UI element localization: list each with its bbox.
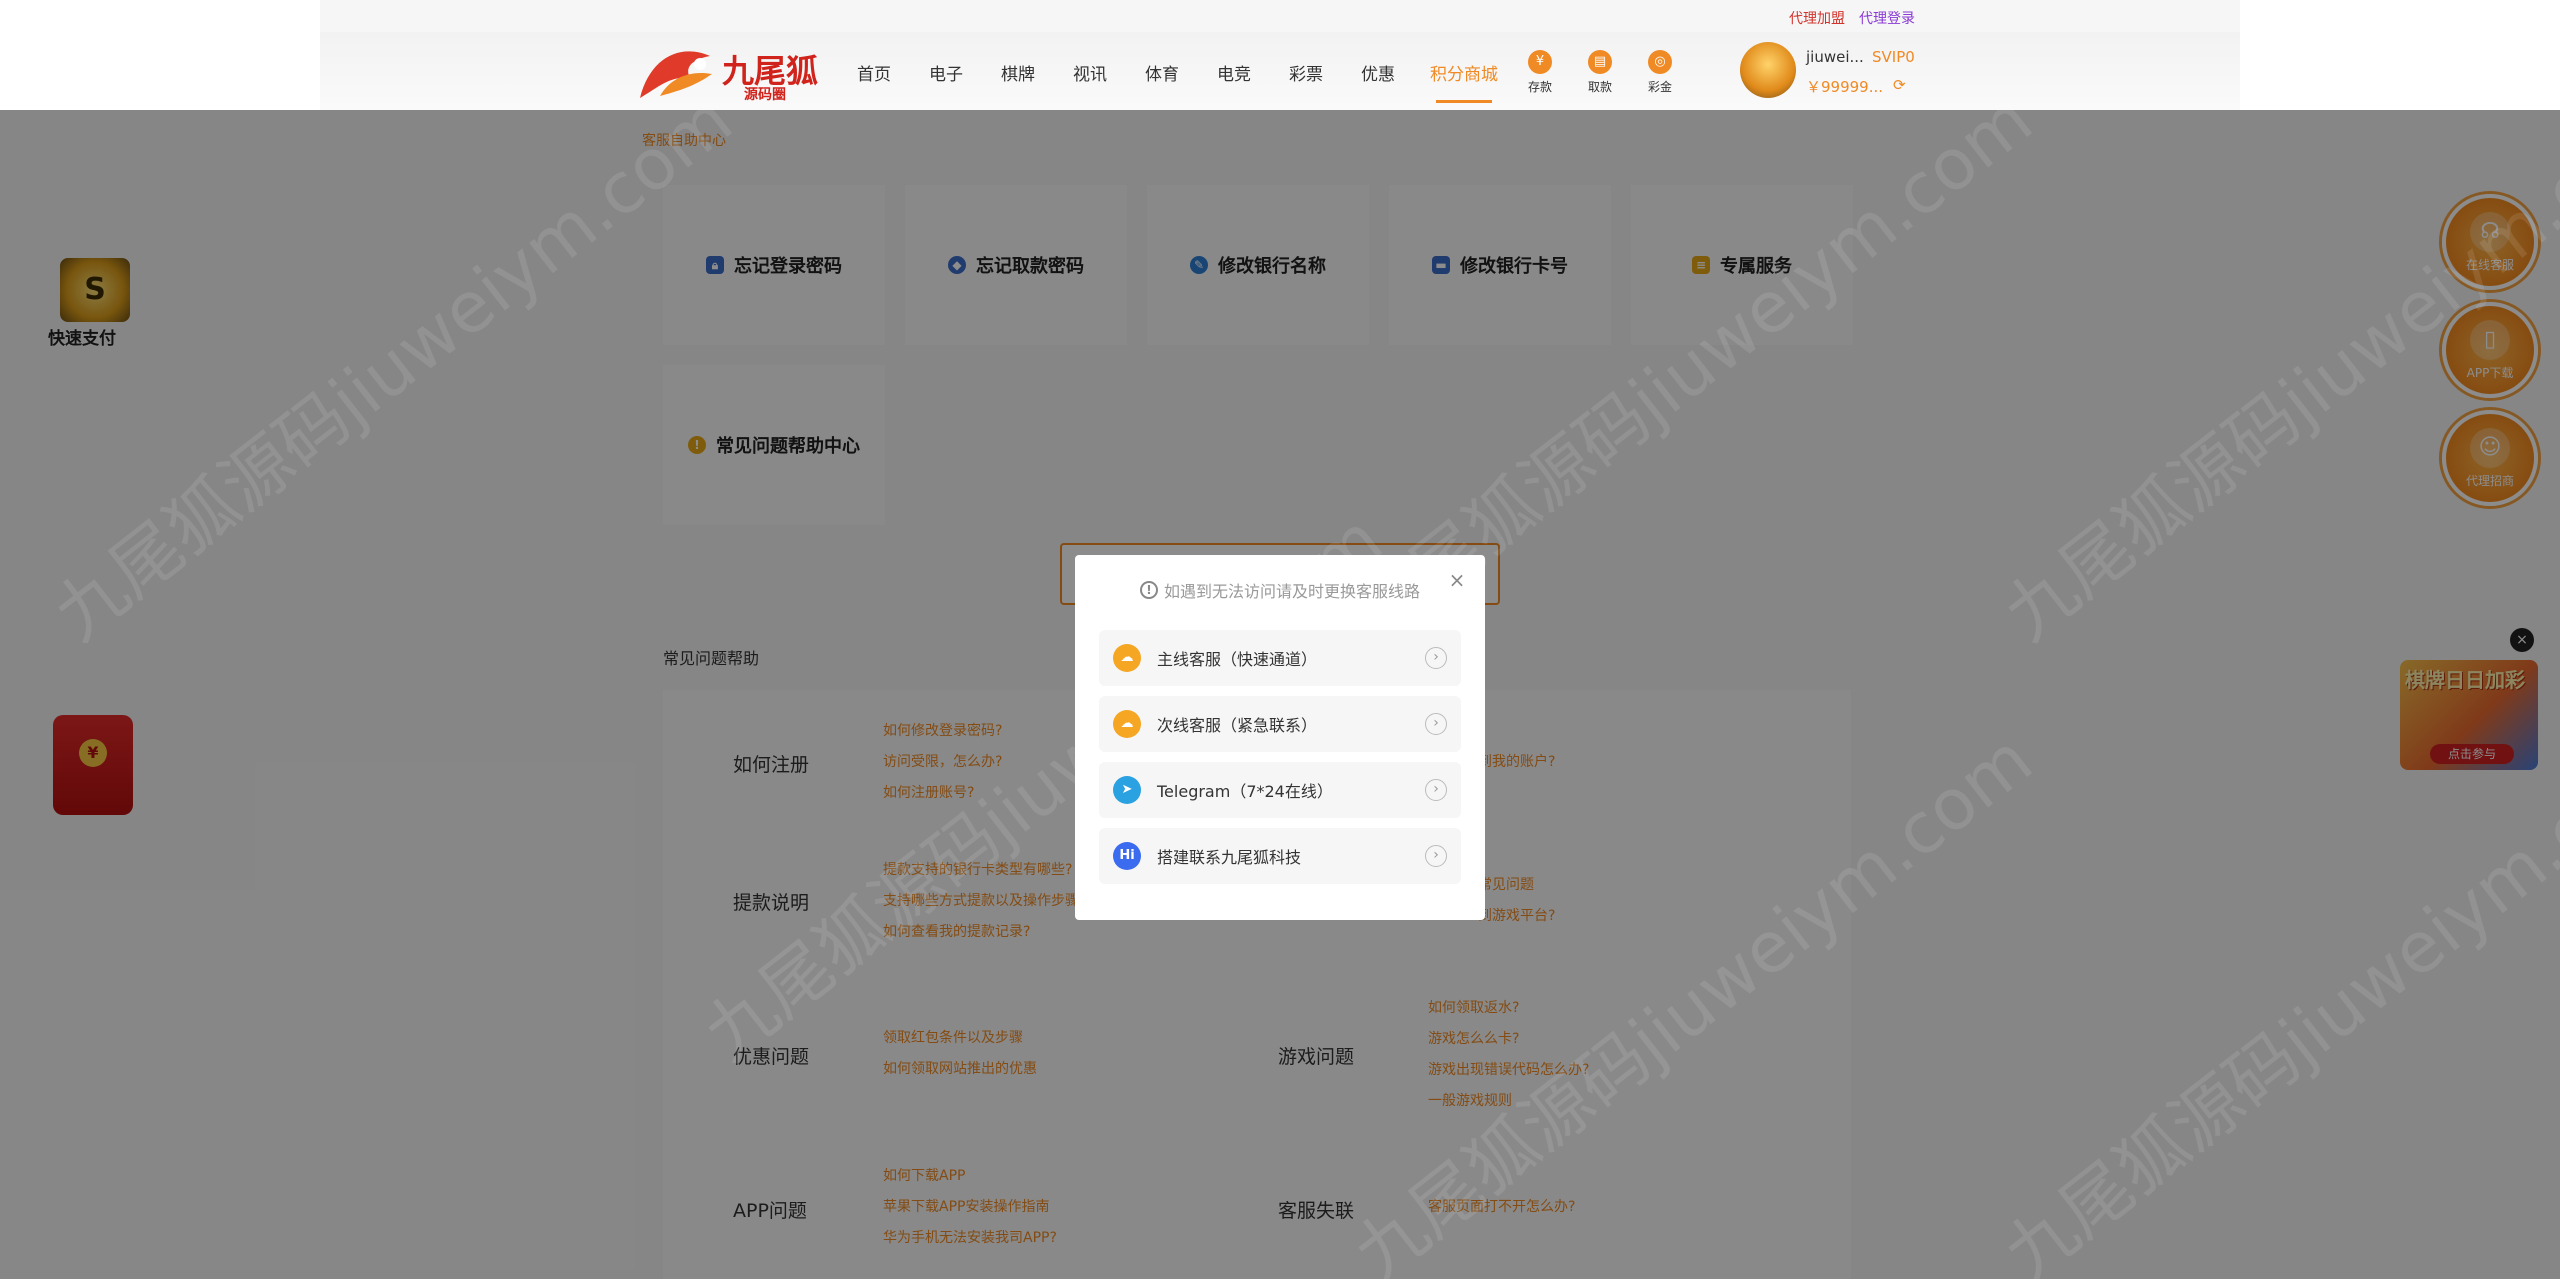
modal-notice: ! 如遇到无法访问请及时更换客服线路 bbox=[1140, 578, 1420, 602]
chat-hi-icon: Hi bbox=[1113, 842, 1141, 870]
telegram-icon: ➤ bbox=[1113, 776, 1141, 804]
support-cloud-icon: ☁ bbox=[1113, 644, 1141, 672]
modal-notice-text: 如遇到无法访问请及时更换客服线路 bbox=[1164, 582, 1421, 601]
main-service-line[interactable]: ☁ 主线客服（快速通道） › bbox=[1099, 630, 1461, 686]
support-cloud-icon: ☁ bbox=[1113, 710, 1141, 738]
telegram-service-line[interactable]: ➤ Telegram（7*24在线） › bbox=[1099, 762, 1461, 818]
chevron-right-icon: › bbox=[1425, 647, 1447, 669]
row-label: 主线客服（快速通道） bbox=[1157, 650, 1318, 669]
chevron-right-icon: › bbox=[1425, 845, 1447, 867]
backup-service-line[interactable]: ☁ 次线客服（紧急联系） › bbox=[1099, 696, 1461, 752]
row-label: Telegram（7*24在线） bbox=[1157, 782, 1333, 801]
row-label: 搭建联系九尾狐科技 bbox=[1157, 848, 1302, 867]
row-label: 次线客服（紧急联系） bbox=[1157, 716, 1318, 735]
chevron-right-icon: › bbox=[1425, 779, 1447, 801]
contact-jiuweihu-line[interactable]: Hi 搭建联系九尾狐科技 › bbox=[1099, 828, 1461, 884]
close-icon[interactable]: × bbox=[1446, 568, 1468, 592]
info-icon: ! bbox=[1140, 581, 1158, 599]
chevron-right-icon: › bbox=[1425, 713, 1447, 735]
header-unshaded bbox=[0, 0, 2560, 110]
